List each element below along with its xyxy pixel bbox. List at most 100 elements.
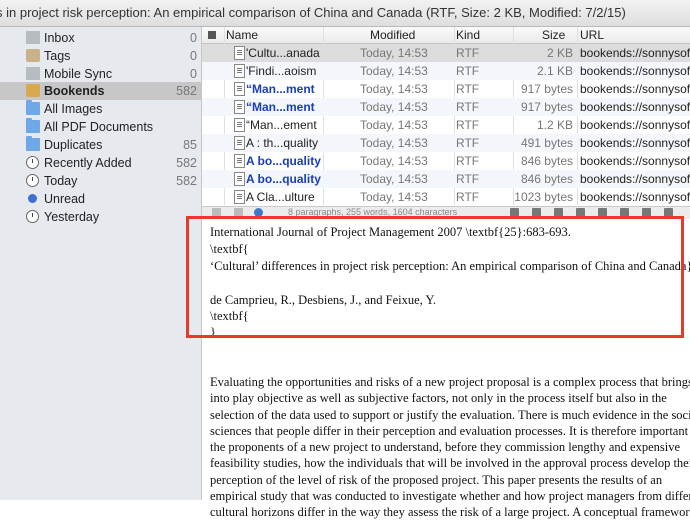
sidebar-item-count: 582 (176, 156, 197, 170)
highlight-box (186, 216, 684, 338)
library-icon (26, 84, 40, 97)
row-size: 846 bytes (520, 172, 573, 186)
row-url: bookends://sonnysof (580, 100, 690, 114)
table-row[interactable]: A bo...quality Today, 14:53 RTF 846 byte… (202, 152, 690, 170)
row-size: 917 bytes (520, 100, 573, 114)
sidebar-item-count: 0 (190, 31, 197, 45)
row-size: 846 bytes (520, 154, 573, 168)
column-header-kind[interactable]: Kind (456, 28, 480, 42)
sidebar-item-label: Mobile Sync (44, 67, 113, 81)
row-url: bookends://sonnysof (580, 64, 690, 78)
window-title-bar: s in project risk perception: An empiric… (0, 0, 690, 27)
sidebar-item-count: 582 (176, 174, 197, 188)
sidebar-item-label: Duplicates (44, 138, 103, 152)
sidebar-item-count: 0 (190, 49, 197, 63)
sidebar-item-count: 0 (190, 67, 197, 81)
sidebar-item-all-pdf-documents[interactable]: All PDF Documents (0, 118, 201, 136)
abstract-line: Evaluating the opportunities and risks o… (210, 375, 690, 389)
abstract-line: cultural horizons differ in the way they… (210, 505, 690, 520)
sidebar-item-yesterday[interactable]: Yesterday (0, 208, 201, 226)
row-modified: Today, 14:53 (360, 82, 428, 96)
smart-folder-icon (26, 100, 40, 115)
row-name: A Cla...ulture (246, 190, 315, 204)
sidebar-item-label: Yesterday (44, 210, 100, 224)
row-url: bookends://sonnysof (580, 172, 690, 186)
rtf-file-icon (234, 64, 245, 78)
row-size: 1023 bytes (514, 190, 573, 204)
table-header: Name Modified Kind Size URL (202, 27, 690, 44)
row-kind: RTF (456, 46, 480, 60)
sidebar-item-tags[interactable]: Tags 0 (0, 47, 201, 65)
abstract-line: the proponents of a new project to under… (210, 440, 681, 455)
abstract-line: sciences that people differ in their per… (210, 423, 690, 438)
sidebar-item-today[interactable]: Today 582 (0, 172, 201, 190)
sidebar-item-label: All PDF Documents (44, 120, 154, 134)
sidebar-item-recently-added[interactable]: Recently Added 582 (0, 154, 201, 172)
attachments-table: Name Modified Kind Size URL 'Cultu...ana… (202, 27, 690, 205)
row-modified: Today, 14:53 (360, 190, 428, 204)
tag-icon (26, 49, 40, 62)
rtf-file-icon (234, 154, 245, 168)
attachment-column-icon[interactable] (208, 31, 216, 39)
row-size: 2.1 KB (536, 64, 573, 78)
rtf-file-icon (234, 46, 245, 60)
table-row[interactable]: 'Cultu...anada Today, 14:53 RTF 2 KB boo… (202, 44, 690, 62)
abstract-line: perception of the level of risk of the p… (210, 472, 663, 487)
unread-dot-icon (28, 194, 37, 203)
sidebar-item-count: 85 (183, 138, 197, 152)
row-modified: Today, 14:53 (360, 100, 428, 114)
row-kind: RTF (456, 190, 480, 204)
sidebar-item-unread[interactable]: Unread (0, 190, 201, 208)
rtf-file-icon (234, 136, 245, 150)
abstract-line: feasibility studies, how the individuals… (210, 456, 690, 471)
row-modified: Today, 14:53 (360, 64, 428, 78)
row-modified: Today, 14:53 (360, 118, 428, 132)
table-row[interactable]: A Cla...ulture Today, 14:53 RTF 1023 byt… (202, 188, 690, 205)
row-url: bookends://sonnysof (580, 46, 690, 60)
rtf-file-icon (234, 118, 245, 132)
abstract-text: Evaluating the opportunities and risks o… (210, 374, 690, 521)
sidebar-item-bookends[interactable]: Bookends 582 (0, 82, 201, 100)
row-url: bookends://sonnysof (580, 82, 690, 96)
mobile-sync-folder-icon (26, 67, 40, 80)
column-header-modified[interactable]: Modified (370, 28, 415, 42)
row-modified: Today, 14:53 (360, 46, 428, 60)
row-modified: Today, 14:53 (360, 172, 428, 186)
row-size: 1.2 KB (536, 118, 573, 132)
row-kind: RTF (456, 172, 480, 186)
abstract-line: empirical study that was conducted to in… (210, 489, 690, 504)
table-row[interactable]: “Man...ment Today, 14:53 RTF 917 bytes b… (202, 80, 690, 98)
clock-icon (26, 174, 39, 187)
row-size: 2 KB (546, 46, 573, 60)
sidebar-item-mobile-sync[interactable]: Mobile Sync 0 (0, 65, 201, 83)
row-size: 491 bytes (520, 136, 573, 150)
sidebar-item-all-images[interactable]: All Images (0, 100, 201, 118)
sidebar-item-label: Bookends (44, 84, 105, 98)
clock-icon (26, 210, 39, 223)
column-header-url[interactable]: URL (580, 28, 604, 42)
row-kind: RTF (456, 154, 480, 168)
sidebar-item-count: 582 (176, 84, 197, 98)
sidebar-item-label: Recently Added (44, 156, 132, 170)
sidebar-item-inbox[interactable]: Inbox 0 (0, 29, 201, 47)
table-row[interactable]: “Man...ement Today, 14:53 RTF 1.2 KB boo… (202, 116, 690, 134)
row-kind: RTF (456, 100, 480, 114)
clock-icon (26, 156, 39, 169)
abstract-line: selection of the data used to support or… (210, 407, 690, 422)
row-kind: RTF (456, 64, 480, 78)
row-modified: Today, 14:53 (360, 136, 428, 150)
sidebar-item-duplicates[interactable]: Duplicates 85 (0, 136, 201, 154)
column-header-size[interactable]: Size (542, 28, 565, 42)
table-row[interactable]: “Man...ment Today, 14:53 RTF 917 bytes b… (202, 98, 690, 116)
row-kind: RTF (456, 118, 480, 132)
table-row[interactable]: A : th...quality Today, 14:53 RTF 491 by… (202, 134, 690, 152)
row-kind: RTF (456, 82, 480, 96)
row-kind: RTF (456, 136, 480, 150)
sidebar-item-label: Tags (44, 49, 71, 63)
row-name: A : th...quality (246, 136, 319, 150)
table-row[interactable]: 'Findi...aoism Today, 14:53 RTF 2.1 KB b… (202, 62, 690, 80)
table-row[interactable]: A bo...quality Today, 14:53 RTF 846 byte… (202, 170, 690, 188)
sidebar-item-label: Unread (44, 192, 85, 206)
column-header-name[interactable]: Name (226, 28, 258, 42)
rtf-file-icon (234, 82, 245, 96)
